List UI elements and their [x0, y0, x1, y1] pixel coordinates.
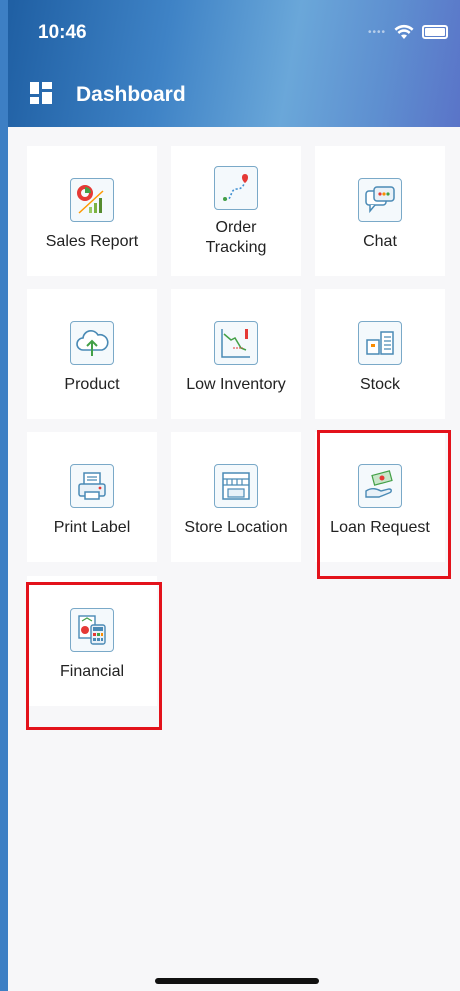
- tile-print-label[interactable]: Print Label: [27, 432, 157, 562]
- sales-report-icon: [70, 178, 114, 222]
- status-icons: ••••: [368, 24, 448, 40]
- tile-order-tracking[interactable]: Order Tracking: [171, 146, 301, 276]
- app-screen: 10:46 •••• Dashboard Sales Report Order …: [8, 0, 460, 991]
- tile-sales-report[interactable]: Sales Report: [27, 146, 157, 276]
- stock-icon: [358, 321, 402, 365]
- tile-product[interactable]: Product: [27, 289, 157, 419]
- chat-icon: [358, 178, 402, 222]
- tile-label: Product: [64, 376, 120, 393]
- tile-chat[interactable]: Chat: [315, 146, 445, 276]
- tile-store-location[interactable]: Store Location: [171, 432, 301, 562]
- store-icon: [214, 464, 258, 508]
- order-tracking-icon: [214, 166, 258, 210]
- tile-label: Order Tracking: [205, 219, 267, 256]
- highlight-box-loan-request: [317, 430, 451, 579]
- page-title: Dashboard: [76, 83, 186, 106]
- battery-icon: [422, 25, 448, 39]
- highlight-box-financial: [26, 582, 162, 730]
- home-indicator[interactable]: [155, 978, 319, 984]
- printer-icon: [70, 464, 114, 508]
- tile-label: Low Inventory: [186, 376, 286, 393]
- tile-label: Store Location: [184, 519, 288, 536]
- tile-label: Sales Report: [45, 233, 139, 250]
- header-bar: 10:46 •••• Dashboard: [8, 0, 460, 127]
- low-inventory-icon: [214, 321, 258, 365]
- wifi-icon: [394, 24, 414, 39]
- tile-low-inventory[interactable]: Low Inventory: [171, 289, 301, 419]
- tile-label: Stock: [359, 376, 400, 393]
- tile-stock[interactable]: Stock: [315, 289, 445, 419]
- tile-label: Print Label: [53, 519, 131, 536]
- dashboard-icon[interactable]: [30, 82, 52, 104]
- product-cloud-icon: [70, 321, 114, 365]
- status-time: 10:46: [38, 22, 87, 43]
- signal-icon: ••••: [367, 26, 386, 38]
- tile-label: Chat: [363, 233, 397, 250]
